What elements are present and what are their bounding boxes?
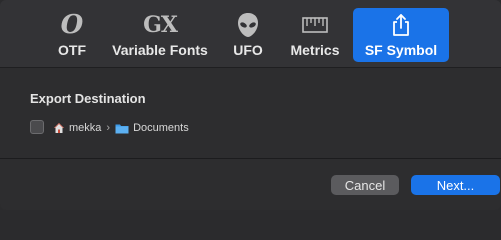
tab-sf-symbol[interactable]: SF Symbol [353,8,449,62]
share-icon [386,10,416,40]
path-separator: › [106,122,111,134]
next-button[interactable]: Next... [411,175,500,195]
path-folder-segment: Documents [115,122,189,134]
path-home-segment: mekka [53,122,101,134]
tab-ufo[interactable]: UFO [226,8,270,62]
tab-label: UFO [233,42,263,58]
folder-icon [115,124,129,133]
otf-glyph-icon: O [60,10,84,40]
tab-label: OTF [58,42,86,58]
tab-variable-fonts[interactable]: GX Variable Fonts [108,8,212,62]
tab-otf[interactable]: O OTF [47,8,97,62]
destination-path[interactable]: mekka › Documents [53,120,189,136]
dialog-footer: Cancel Next... [0,159,501,210]
export-destination-title: Export Destination [30,91,146,106]
export-format-toolbar: O OTF GX Variable Fonts UFO Metrics SF S… [0,0,501,68]
export-destination-checkbox[interactable] [30,120,44,134]
tab-metrics[interactable]: Metrics [284,8,346,62]
export-dialog: O OTF GX Variable Fonts UFO Metrics SF S… [0,0,501,210]
ruler-icon [300,10,330,40]
path-folder-label: Documents [133,122,189,134]
export-settings: Export Destination mekka › Documents [0,68,501,159]
alien-icon [233,10,263,40]
path-home-label: mekka [69,122,102,134]
tab-label: SF Symbol [364,42,438,58]
cancel-button[interactable]: Cancel [331,175,399,195]
home-icon [54,123,64,133]
tab-label: Metrics [290,42,340,58]
gx-icon: GX [143,12,178,38]
tab-label: Variable Fonts [112,42,208,58]
